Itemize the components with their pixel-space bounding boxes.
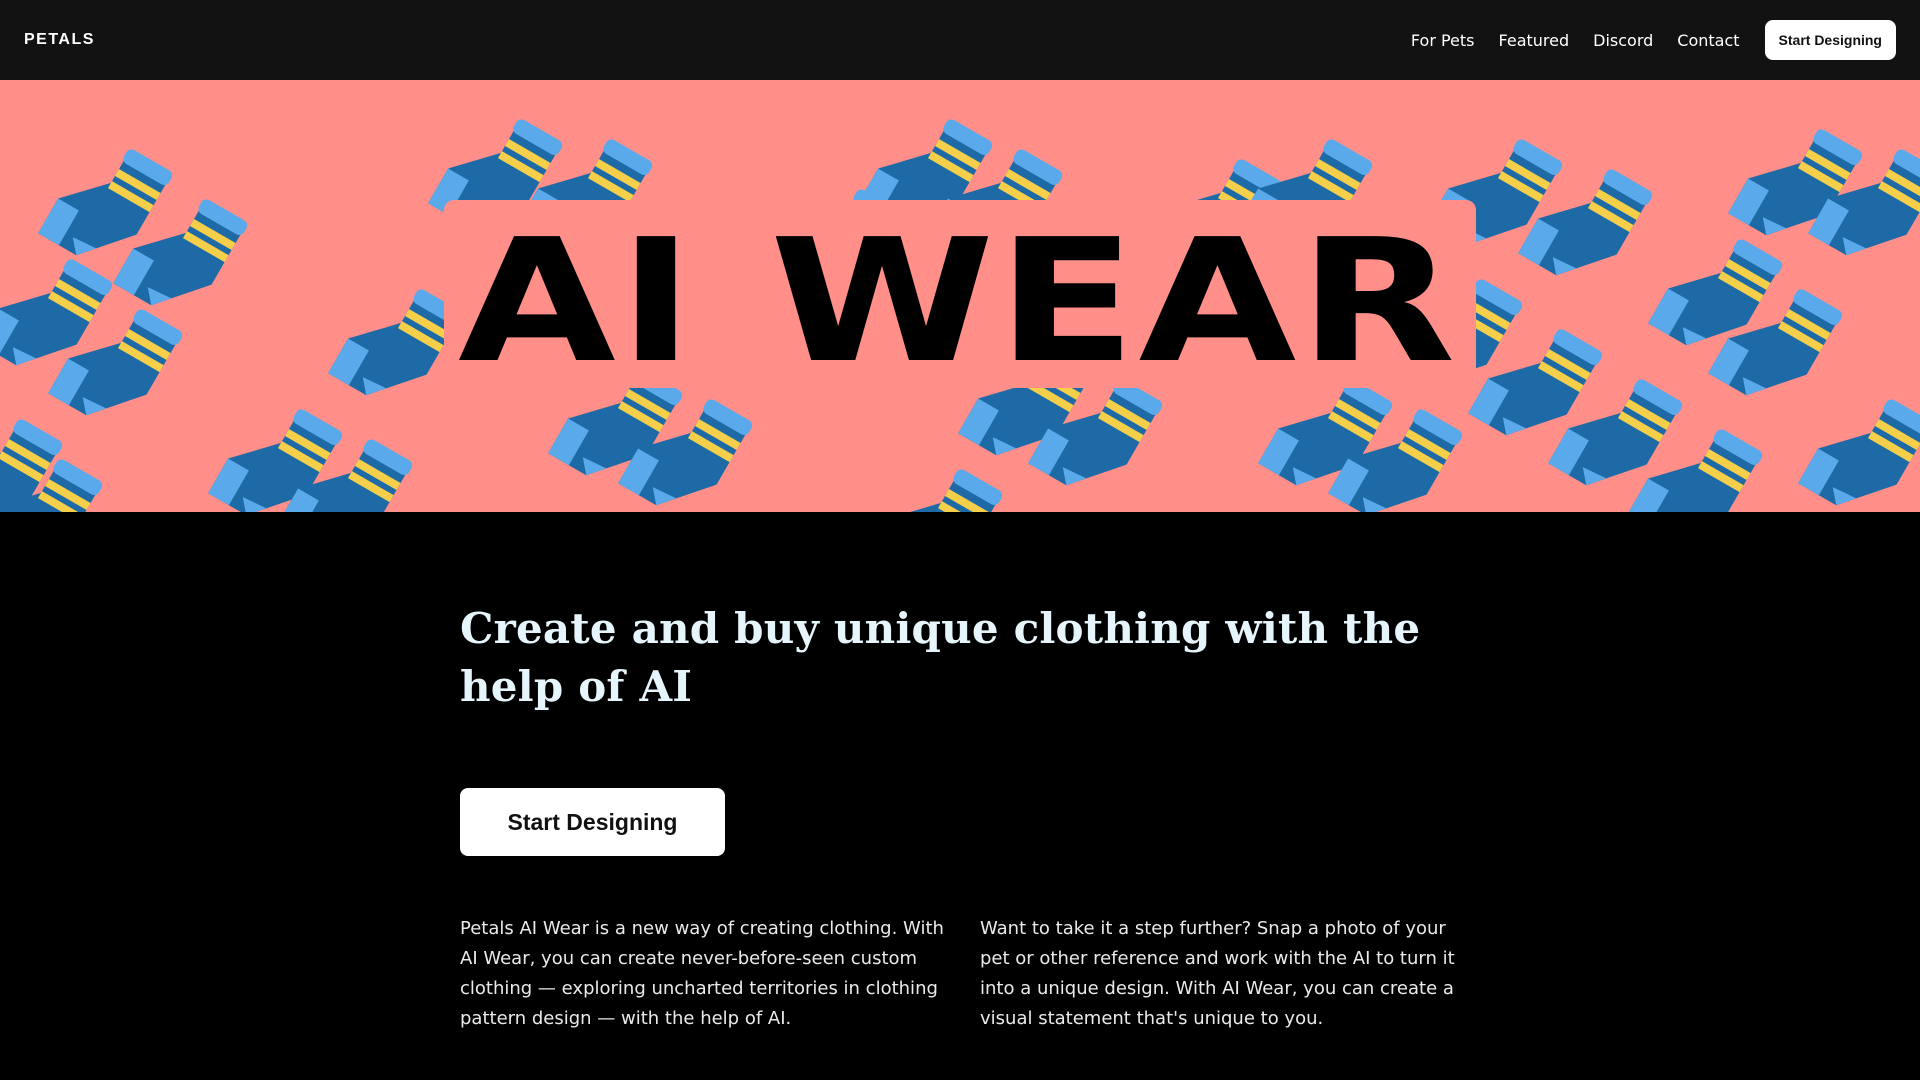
top-nav: PETALS For Pets Featured Discord Contact… xyxy=(0,0,1920,80)
brand-logo[interactable]: PETALS xyxy=(24,31,95,49)
intro-paragraph-2: Want to take it a step further? Snap a p… xyxy=(980,918,1455,1029)
page-headline: Create and buy unique clothing with the … xyxy=(460,604,1421,711)
intro-section: Create and buy unique clothing with the … xyxy=(460,600,1460,1029)
intro-paragraph-1: Petals AI Wear is a new way of creating … xyxy=(460,918,944,1029)
nav-start-designing-button[interactable]: Start Designing xyxy=(1764,20,1896,60)
nav-link-featured[interactable]: Featured xyxy=(1499,31,1570,50)
hero-banner: AI WEAR xyxy=(0,80,1920,512)
nav-links: For Pets Featured Discord Contact Start … xyxy=(1387,20,1896,60)
nav-link-discord[interactable]: Discord xyxy=(1593,31,1653,50)
start-designing-button[interactable]: Start Designing xyxy=(460,788,725,856)
sock-pattern-banner: AI WEAR xyxy=(0,80,1920,512)
nav-link-for-pets[interactable]: For Pets xyxy=(1411,31,1475,50)
hero-title: AI WEAR xyxy=(458,203,1458,401)
nav-link-contact[interactable]: Contact xyxy=(1677,31,1739,50)
